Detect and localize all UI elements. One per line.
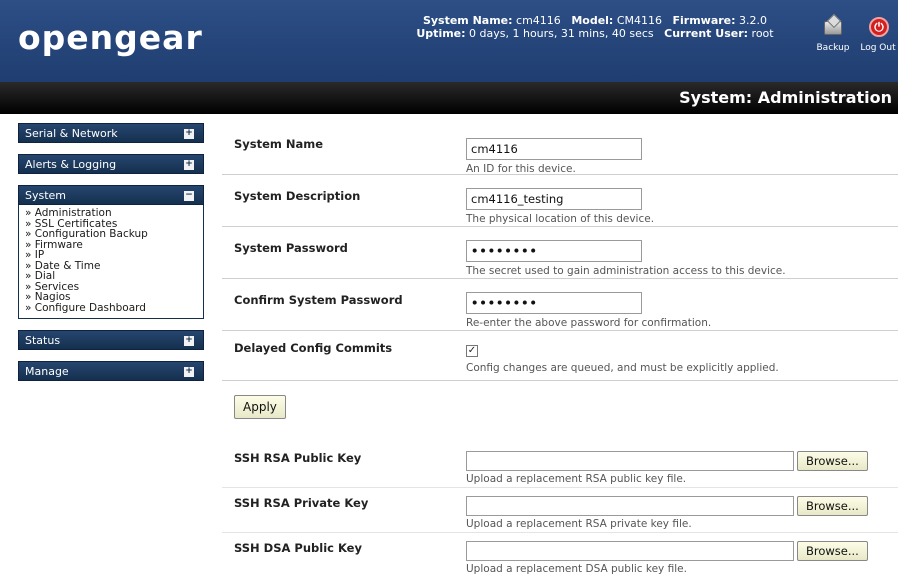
nav-group-system: System − » Administration » SSL Certific… <box>18 185 204 319</box>
confirm-password-label: Confirm System Password <box>234 293 403 307</box>
nav-header-system[interactable]: System − <box>18 185 204 205</box>
nav-header-label: Alerts & Logging <box>25 158 117 171</box>
ssh-rsa-public-hint: Upload a replacement RSA public key file… <box>466 473 687 485</box>
top-header: opengear System Name: cm4116 Model: CM41… <box>0 0 898 82</box>
system-description-hint: The physical location of this device. <box>466 213 655 225</box>
system-name-label: System Name <box>234 137 324 151</box>
ssh-dsa-public-hint: Upload a replacement DSA public key file… <box>466 563 687 575</box>
page-title: System: Administration <box>679 88 892 107</box>
ssh-rsa-public-label: SSH RSA Public Key <box>234 451 362 465</box>
nav-header-serial-network[interactable]: Serial & Network + <box>18 123 204 143</box>
system-description-label: System Description <box>234 189 361 203</box>
sidebar-item-configuration-backup[interactable]: » Configuration Backup <box>25 229 199 240</box>
firmware-value: 3.2.0 <box>739 14 768 27</box>
nav-header-label: Serial & Network <box>25 127 118 140</box>
expand-icon[interactable]: + <box>184 367 194 377</box>
system-password-hint: The secret used to gain administration a… <box>466 265 786 277</box>
apply-row: Apply <box>222 381 898 429</box>
nav-header-label: System <box>25 189 67 202</box>
nav-header-manage[interactable]: Manage + <box>18 361 204 381</box>
ssh-rsa-private-label: SSH RSA Private Key <box>234 496 369 510</box>
ssh-rsa-private-hint: Upload a replacement RSA private key fil… <box>466 518 692 530</box>
confirm-password-row: Confirm System Password Re-enter the abo… <box>222 279 898 331</box>
sidebar-item-nagios[interactable]: » Nagios <box>25 292 199 303</box>
nav-group-status: Status + <box>18 330 204 350</box>
backup-label: Backup <box>816 43 850 53</box>
nav-header-alerts-logging[interactable]: Alerts & Logging + <box>18 154 204 174</box>
ssh-rsa-public-file-input[interactable] <box>466 451 794 471</box>
system-description-row: System Description The physical location… <box>222 175 898 227</box>
system-name-hint: An ID for this device. <box>466 163 576 175</box>
sidebar-item-configure-dashboard[interactable]: » Configure Dashboard <box>25 302 199 314</box>
nav-group-alerts-logging: Alerts & Logging + <box>18 154 204 174</box>
opengear-logo[interactable]: opengear <box>18 18 203 57</box>
confirm-password-input[interactable] <box>466 292 642 314</box>
system-password-label: System Password <box>234 241 348 255</box>
sidebar-item-administration[interactable]: » Administration <box>25 208 199 219</box>
ssh-dsa-public-label: SSH DSA Public Key <box>234 541 362 555</box>
system-name-row: System Name An ID for this device. <box>222 123 898 175</box>
sidebar: Serial & Network + Alerts & Logging + Sy… <box>18 123 204 392</box>
backup-tray-icon <box>820 17 846 39</box>
ssh-dsa-public-file-input[interactable] <box>466 541 794 561</box>
ssh-dsa-public-row: SSH DSA Public Key Browse... Upload a re… <box>222 533 898 578</box>
page-title-bar: System: Administration <box>0 82 898 114</box>
system-submenu: » Administration » SSL Certificates » Co… <box>18 205 204 319</box>
system-password-row: System Password The secret used to gain … <box>222 227 898 279</box>
confirm-password-hint: Re-enter the above password for confirma… <box>466 317 712 329</box>
expand-icon[interactable]: + <box>184 160 194 170</box>
system-name-value: cm4116 <box>516 14 561 27</box>
current-user-label: Current User: <box>664 27 749 40</box>
sidebar-item-firmware[interactable]: » Firmware <box>25 239 199 251</box>
ssh-rsa-public-browse-button[interactable]: Browse... <box>797 451 868 471</box>
apply-button[interactable]: Apply <box>234 395 286 419</box>
delayed-commits-checkbox[interactable]: ✓ <box>466 345 478 357</box>
ssh-rsa-private-row: SSH RSA Private Key Browse... Upload a r… <box>222 488 898 533</box>
model-label: Model: <box>571 14 614 27</box>
logout-button[interactable]: ⏻ Log Out <box>853 17 898 53</box>
nav-header-status[interactable]: Status + <box>18 330 204 350</box>
firmware-label: Firmware: <box>672 14 736 27</box>
admin-form: System Name An ID for this device. Syste… <box>222 123 898 578</box>
nav-group-serial-network: Serial & Network + <box>18 123 204 143</box>
power-icon: ⏻ <box>865 17 891 39</box>
system-info: System Name: cm4116 Model: CM4116 Firmwa… <box>390 14 800 40</box>
expand-icon[interactable]: + <box>184 129 194 139</box>
uptime-value: 0 days, 1 hours, 31 mins, 40 secs <box>469 27 654 40</box>
nav-header-label: Status <box>25 334 61 347</box>
ssh-rsa-public-row: SSH RSA Public Key Browse... Upload a re… <box>222 443 898 488</box>
model-value: CM4116 <box>616 14 662 27</box>
backup-button[interactable]: Backup <box>808 17 858 53</box>
ssh-dsa-public-browse-button[interactable]: Browse... <box>797 541 868 561</box>
sidebar-item-ip[interactable]: » IP <box>25 250 199 261</box>
collapse-icon[interactable]: − <box>184 191 194 201</box>
sidebar-item-dial[interactable]: » Dial <box>25 271 199 282</box>
ssh-rsa-private-file-input[interactable] <box>466 496 794 516</box>
logout-label: Log Out <box>860 43 896 53</box>
delayed-commits-label: Delayed Config Commits <box>234 341 393 355</box>
system-description-input[interactable] <box>466 188 642 210</box>
system-name-label: System Name: <box>422 14 513 27</box>
expand-icon[interactable]: + <box>184 336 194 346</box>
ssh-rsa-private-browse-button[interactable]: Browse... <box>797 496 868 516</box>
delayed-commits-hint: Config changes are queued, and must be e… <box>466 362 779 374</box>
system-name-input[interactable] <box>466 138 642 160</box>
uptime-label: Uptime: <box>416 27 466 40</box>
system-password-input[interactable] <box>466 240 642 262</box>
delayed-commits-row: Delayed Config Commits ✓ Config changes … <box>222 331 898 381</box>
current-user-value: root <box>751 27 774 40</box>
nav-header-label: Manage <box>25 365 69 378</box>
nav-group-manage: Manage + <box>18 361 204 381</box>
